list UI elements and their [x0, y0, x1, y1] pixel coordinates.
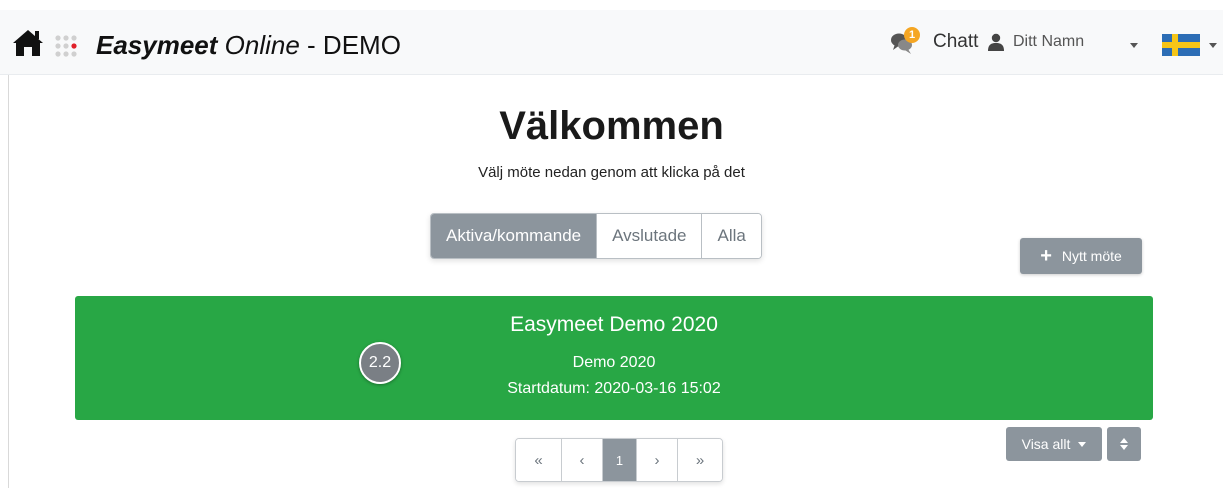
frame-border: [8, 10, 9, 488]
filter-all[interactable]: Alla: [702, 214, 761, 258]
sort-button[interactable]: [1107, 427, 1141, 461]
chat-label: Chatt: [933, 31, 979, 52]
new-meeting-label: Nytt möte: [1061, 248, 1122, 264]
chat-unread-badge: 1: [904, 27, 920, 43]
step-badge: 2.2: [359, 342, 401, 384]
page-last-button[interactable]: »: [678, 439, 722, 481]
brand-name: Easymeet: [96, 30, 218, 60]
easymeet-logo-icon: [55, 35, 77, 57]
page-first-button[interactable]: «: [516, 439, 562, 481]
home-icon[interactable]: [12, 28, 44, 58]
swedish-flag-icon[interactable]: [1162, 34, 1200, 56]
chat-bubbles-icon: 1: [890, 27, 924, 56]
user-name: Ditt Namn: [1013, 33, 1085, 50]
plus-icon: +: [1040, 245, 1052, 267]
sort-icon: [1120, 438, 1128, 450]
show-all-label: Visa allt: [1021, 436, 1071, 452]
meeting-title: Easymeet Demo 2020: [510, 313, 718, 336]
page-current-button[interactable]: 1: [603, 439, 637, 481]
brand-suffix: - DEMO: [307, 30, 401, 60]
app-brand[interactable]: Easymeet Online - DEMO: [96, 30, 401, 60]
pagination: « ‹ 1 › »: [515, 438, 723, 482]
meeting-filter-group: Aktiva/kommande Avslutade Alla: [430, 213, 762, 259]
filter-active-upcoming[interactable]: Aktiva/kommande: [431, 214, 598, 258]
user-menu-caret-icon[interactable]: [1130, 43, 1138, 48]
user-icon: [988, 33, 1004, 51]
page-title: Välkommen: [499, 104, 724, 148]
language-caret-icon[interactable]: [1209, 43, 1217, 48]
page-subtitle: Välj möte nedan genom att klicka på det: [478, 164, 745, 181]
meeting-name: Demo 2020: [572, 354, 656, 371]
show-all-caret-icon: [1078, 441, 1087, 447]
filter-finished[interactable]: Avslutade: [597, 214, 703, 258]
page-next-button[interactable]: ›: [637, 439, 678, 481]
page-prev-button[interactable]: ‹: [562, 439, 603, 481]
meeting-start-date: Startdatum: 2020-03-16 15:02: [507, 380, 721, 397]
chat-button[interactable]: 1 Chatt: [890, 27, 978, 57]
top-navbar: Easymeet Online - DEMO 1 Chatt Ditt Namn: [0, 10, 1223, 75]
meeting-card[interactable]: Easymeet Demo 2020 Demo 2020 Startdatum:…: [75, 296, 1153, 420]
brand-product: Online: [224, 30, 300, 60]
user-menu[interactable]: Ditt Namn: [988, 27, 1084, 57]
show-all-dropdown[interactable]: Visa allt: [1006, 427, 1102, 461]
new-meeting-button[interactable]: + Nytt möte: [1020, 238, 1142, 274]
